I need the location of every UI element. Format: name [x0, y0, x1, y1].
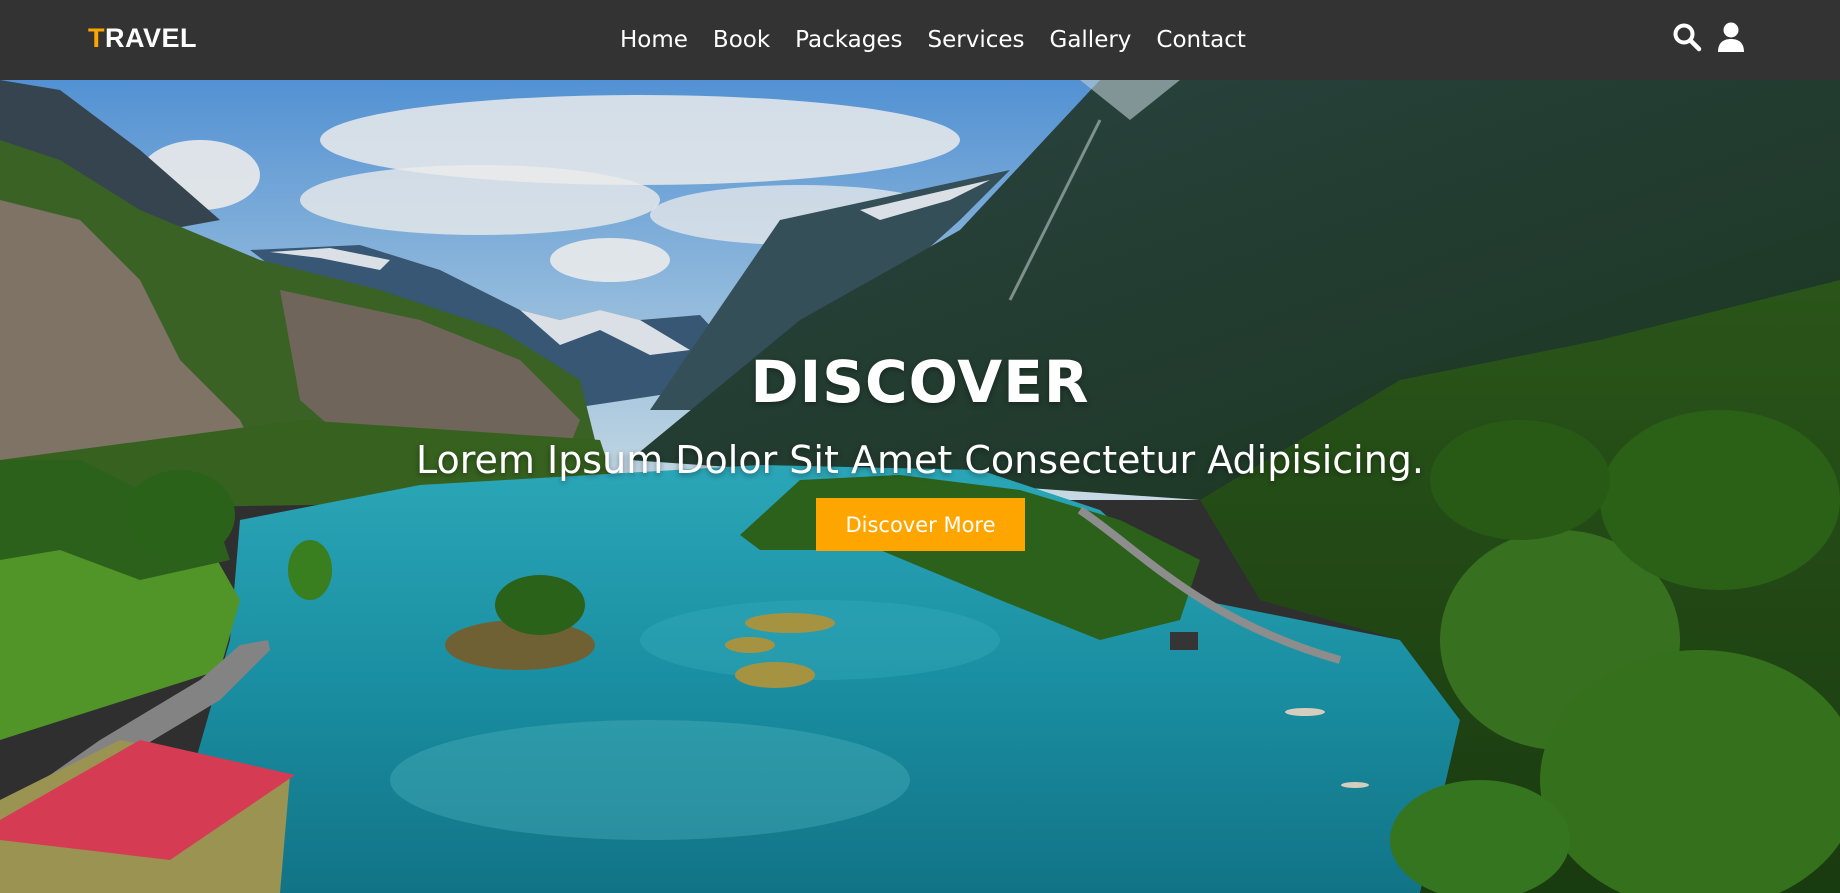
nav-links: Home Book Packages Services Gallery Cont… [620, 0, 1271, 80]
nav-link-home[interactable]: Home [620, 27, 688, 53]
hero-section: DISCOVER Lorem Ipsum Dolor Sit Amet Cons… [0, 80, 1840, 893]
logo[interactable]: TRAVEL [88, 23, 197, 54]
search-icon[interactable] [1672, 21, 1702, 53]
nav-icons [1672, 21, 1746, 53]
logo-first-letter: T [88, 23, 105, 53]
nav-link-book[interactable]: Book [713, 27, 770, 53]
nav-link-services[interactable]: Services [928, 27, 1025, 53]
hero-content: DISCOVER Lorem Ipsum Dolor Sit Amet Cons… [0, 80, 1840, 893]
discover-more-button[interactable]: Discover More [816, 498, 1025, 551]
hero-title: DISCOVER [750, 348, 1090, 416]
nav-link-gallery[interactable]: Gallery [1050, 27, 1132, 53]
logo-text: RAVEL [105, 23, 198, 53]
nav-link-contact[interactable]: Contact [1156, 27, 1245, 53]
nav-link-packages[interactable]: Packages [795, 27, 902, 53]
navbar: TRAVEL Home Book Packages Services Galle… [0, 0, 1840, 80]
user-icon[interactable] [1716, 21, 1746, 53]
hero-subtitle: Lorem Ipsum Dolor Sit Amet Consectetur A… [415, 438, 1425, 482]
